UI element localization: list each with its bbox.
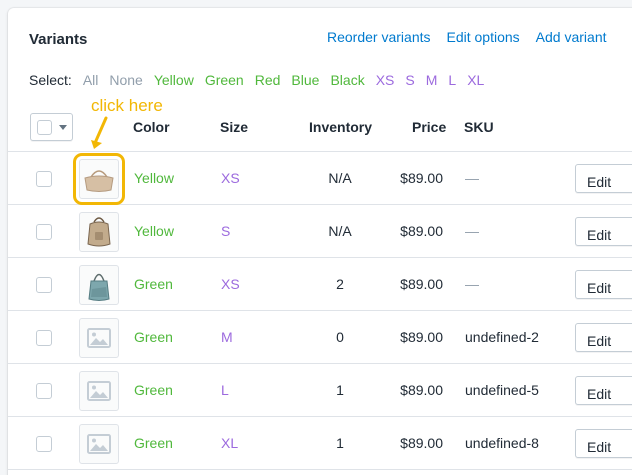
variant-checkbox[interactable] xyxy=(36,171,52,187)
variant-inventory: 0 xyxy=(336,329,344,345)
select-option-m[interactable]: M xyxy=(426,72,438,88)
variant-row: Green XL 1 $89.00 undefined-8 Edit xyxy=(8,417,632,470)
bulk-select-checkbox[interactable] xyxy=(37,120,52,135)
edit-variant-button[interactable]: Edit xyxy=(575,323,632,352)
image-placeholder-icon xyxy=(87,434,111,454)
green-bag-photo-icon xyxy=(88,273,110,301)
select-option-none[interactable]: None xyxy=(109,72,142,88)
variant-color: Green xyxy=(134,329,173,345)
select-option-red[interactable]: Red xyxy=(255,72,281,88)
variant-price: $89.00 xyxy=(400,435,443,451)
variant-image-thumbnail[interactable] xyxy=(73,153,125,205)
select-option-all[interactable]: All xyxy=(83,72,99,88)
click-here-annotation: click here xyxy=(91,96,163,116)
variant-sku: undefined-2 xyxy=(465,329,539,345)
column-header-sku: SKU xyxy=(464,119,494,135)
select-option-xs[interactable]: XS xyxy=(376,72,395,88)
select-option-green[interactable]: Green xyxy=(205,72,244,88)
variant-inventory: N/A xyxy=(328,223,352,239)
edit-variant-button[interactable]: Edit xyxy=(575,270,632,299)
variant-size: S xyxy=(221,223,231,239)
variant-checkbox[interactable] xyxy=(36,436,52,452)
image-placeholder-icon xyxy=(87,381,111,401)
column-header-color: Color xyxy=(133,119,170,135)
bulk-select-dropdown[interactable] xyxy=(30,113,73,141)
variant-checkbox[interactable] xyxy=(36,224,52,240)
variant-row: Yellow XS N/A $89.00 — Edit xyxy=(8,152,632,205)
edit-variant-button[interactable]: Edit xyxy=(575,429,632,458)
column-header-inventory: Inventory xyxy=(309,119,373,135)
variant-image-thumbnail[interactable] xyxy=(79,318,119,358)
variant-inventory: 1 xyxy=(336,382,344,398)
variant-color: Green xyxy=(134,276,173,292)
select-option-s[interactable]: S xyxy=(405,72,414,88)
select-option-l[interactable]: L xyxy=(448,72,456,88)
variant-size: L xyxy=(221,382,229,398)
variant-inventory: 1 xyxy=(336,435,344,451)
variant-checkbox[interactable] xyxy=(36,330,52,346)
card-title: Variants xyxy=(29,31,88,48)
variant-sku: undefined-8 xyxy=(465,435,539,451)
variant-size: XS xyxy=(221,170,240,186)
variant-image-thumbnail[interactable] xyxy=(79,212,119,252)
variant-row: Green M 0 $89.00 undefined-2 Edit xyxy=(8,311,632,364)
variant-size: XS xyxy=(221,276,240,292)
variant-price: $89.00 xyxy=(400,329,443,345)
variant-color: Green xyxy=(134,435,173,451)
yellow-backpack-photo-icon xyxy=(87,217,111,247)
variant-sku: — xyxy=(465,276,479,292)
column-header-size: Size xyxy=(220,119,249,135)
select-label: Select: xyxy=(29,72,72,88)
select-option-yellow[interactable]: Yellow xyxy=(154,72,194,88)
variant-size: M xyxy=(221,329,233,345)
caret-down-icon[interactable] xyxy=(59,125,67,130)
variant-price: $89.00 xyxy=(400,382,443,398)
annotation-arrow-icon xyxy=(91,116,108,149)
annotation-text: click here xyxy=(91,96,163,115)
edit-options-link[interactable]: Edit options xyxy=(447,29,520,45)
edit-variant-button[interactable]: Edit xyxy=(575,376,632,405)
variant-image-thumbnail[interactable] xyxy=(79,265,119,305)
select-option-black[interactable]: Black xyxy=(330,72,364,88)
variant-color: Yellow xyxy=(134,170,174,186)
select-option-xl[interactable]: XL xyxy=(467,72,484,88)
column-header-price: Price xyxy=(412,119,447,135)
variant-sku: undefined-5 xyxy=(465,382,539,398)
variant-row: Green L 1 $89.00 undefined-5 Edit xyxy=(8,364,632,417)
variant-price: $89.00 xyxy=(400,276,443,292)
variant-row: Yellow S N/A $89.00 — Edit xyxy=(8,205,632,258)
variant-size: XL xyxy=(221,435,239,451)
yellow-bag-photo-icon xyxy=(84,170,114,192)
edit-variant-button[interactable]: Edit xyxy=(575,164,632,193)
edit-variant-button[interactable]: Edit xyxy=(575,217,632,246)
variant-image-thumbnail[interactable] xyxy=(79,424,119,464)
variant-row: Green XS 2 $89.00 — Edit xyxy=(8,258,632,311)
variants-card: Variants Reorder variants Edit options A… xyxy=(8,8,632,475)
variant-image-thumbnail[interactable] xyxy=(79,371,119,411)
select-filter-row: Select: All None Yellow Green Red Blue Black XS… xyxy=(29,72,484,88)
variant-color: Yellow xyxy=(134,223,174,239)
add-variant-link[interactable]: Add variant xyxy=(536,29,607,45)
variant-color: Green xyxy=(134,382,173,398)
variant-checkbox[interactable] xyxy=(36,277,52,293)
variant-price: $89.00 xyxy=(400,170,443,186)
card-actions: Reorder variants Edit options Add varian… xyxy=(327,29,607,45)
reorder-variants-link[interactable]: Reorder variants xyxy=(327,29,431,45)
variant-sku: — xyxy=(465,170,479,186)
variant-price: $89.00 xyxy=(400,223,443,239)
variant-sku: — xyxy=(465,223,479,239)
variant-checkbox[interactable] xyxy=(36,383,52,399)
variant-inventory: 2 xyxy=(336,276,344,292)
variant-inventory: N/A xyxy=(328,170,352,186)
select-option-blue[interactable]: Blue xyxy=(291,72,319,88)
image-placeholder-icon xyxy=(87,328,111,348)
